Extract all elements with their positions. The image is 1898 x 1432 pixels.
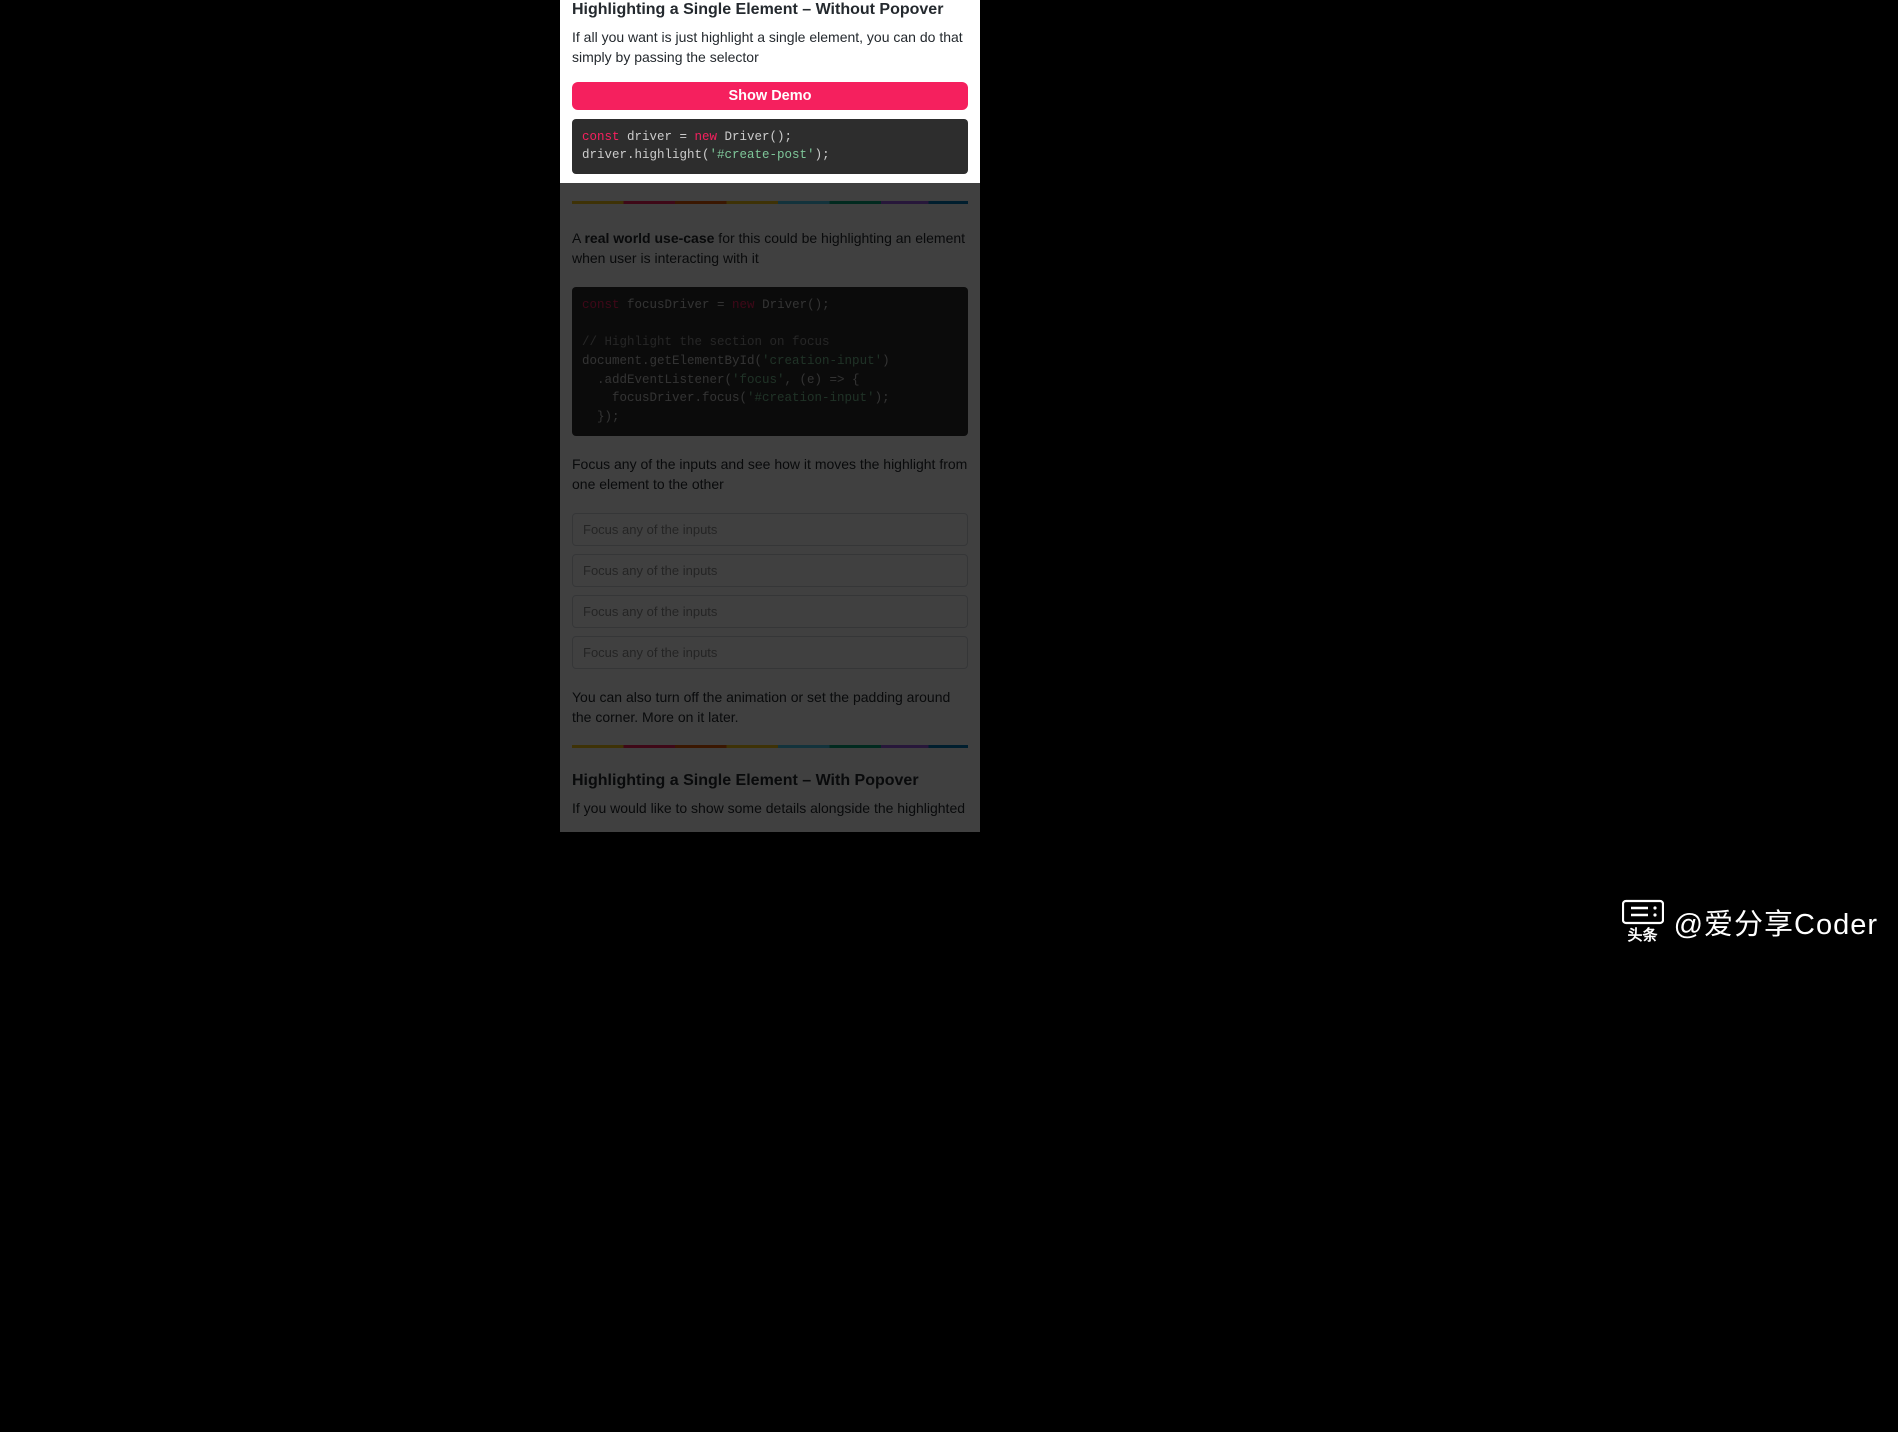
focus-input-2[interactable] (572, 554, 968, 587)
highlighted-demo-section: Highlighting a Single Element – Without … (560, 0, 980, 183)
section-description: If all you want is just highlight a sing… (572, 27, 968, 68)
focus-inputs-group (572, 513, 968, 669)
code-snippet-focus: const focusDriver = new Driver(); // Hig… (572, 287, 968, 436)
show-demo-button[interactable]: Show Demo (572, 82, 968, 110)
focus-instruction-text: Focus any of the inputs and see how it m… (572, 454, 968, 495)
rainbow-divider (572, 201, 968, 204)
focus-input-3[interactable] (572, 595, 968, 628)
toutiao-logo-icon: 头条 (1622, 898, 1664, 945)
code-snippet: const driver = new Driver(); driver.high… (572, 119, 968, 175)
section-heading-popover: Highlighting a Single Element – With Pop… (572, 772, 968, 790)
focus-input-1[interactable] (572, 513, 968, 546)
section-description-popover: If you would like to show some details a… (572, 798, 968, 818)
page-content: Highlighting a Single Element – Without … (560, 0, 980, 832)
realworld-text: A real world use-case for this could be … (572, 228, 968, 269)
watermark-text: @爱分享Coder (1674, 901, 1878, 943)
dimmed-content: A real world use-case for this could be … (560, 201, 980, 818)
focus-input-4[interactable] (572, 636, 968, 669)
watermark: 头条 @爱分享Coder (1622, 898, 1878, 945)
rainbow-divider (572, 745, 968, 748)
animation-note-text: You can also turn off the animation or s… (572, 687, 968, 728)
section-heading: Highlighting a Single Element – Without … (572, 1, 968, 19)
